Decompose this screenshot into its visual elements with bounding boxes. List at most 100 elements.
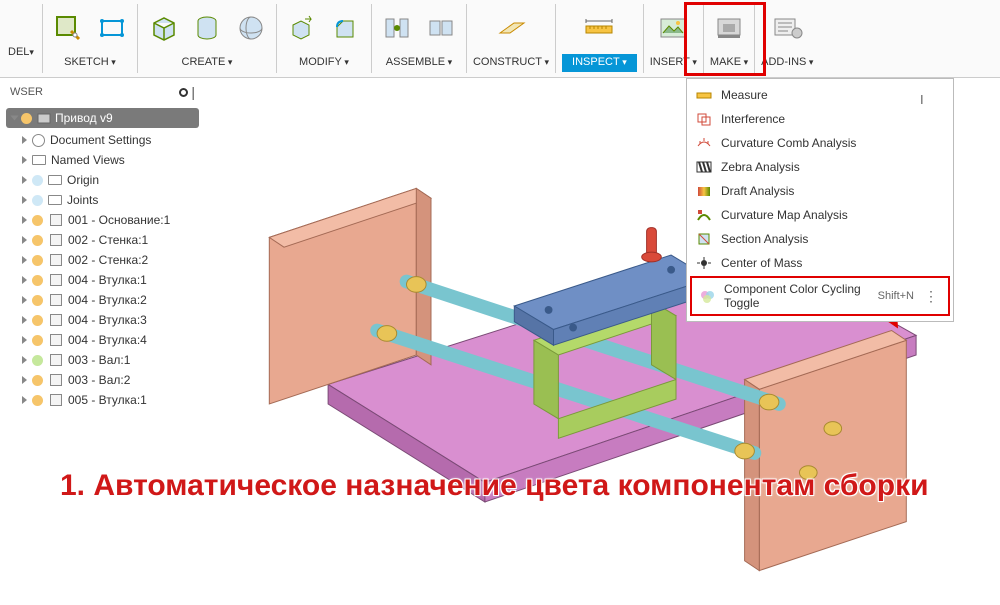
expand-icon[interactable] <box>22 376 27 384</box>
bulb-icon[interactable] <box>32 375 43 386</box>
component-icon <box>48 394 63 407</box>
bulb-icon[interactable] <box>32 395 43 406</box>
expand-icon[interactable] <box>22 236 27 244</box>
toolbar-label-assemble[interactable]: ASSEMBLE <box>386 54 452 72</box>
dropdown-label: Measure <box>721 88 768 102</box>
component-icon <box>48 274 63 287</box>
dropdown-label: Draft Analysis <box>721 184 794 198</box>
create-cylinder-icon[interactable] <box>188 9 226 47</box>
toolbar-group-construct: CONSTRUCT <box>467 0 555 77</box>
tree-component[interactable]: 004 - Втулка:2 <box>0 290 205 310</box>
dropdown-item-zebra[interactable]: Zebra Analysis <box>687 155 953 179</box>
expand-icon[interactable] <box>22 276 27 284</box>
tree-origin[interactable]: Origin <box>0 170 205 190</box>
workspace-switcher[interactable]: DEL <box>0 0 42 78</box>
inspect-measure-icon[interactable] <box>580 9 618 47</box>
expand-icon[interactable] <box>11 116 19 121</box>
dropdown-item-draft[interactable]: Draft Analysis <box>687 179 953 203</box>
dropdown-item-section[interactable]: Section Analysis <box>687 227 953 251</box>
bulb-icon[interactable] <box>32 355 43 366</box>
tree-label: 005 - Втулка:1 <box>68 393 147 407</box>
tree-component[interactable]: 004 - Втулка:3 <box>0 310 205 330</box>
toolbar-label-inspect[interactable]: INSPECT <box>562 54 637 72</box>
modify-fillet-icon[interactable] <box>327 9 365 47</box>
toolbar-label-addins[interactable]: ADD-INS <box>761 54 813 72</box>
bulb-icon[interactable] <box>32 255 43 266</box>
toolbar-label-sketch[interactable]: SKETCH <box>64 54 116 72</box>
bulb-icon[interactable] <box>32 275 43 286</box>
component-icon <box>48 334 63 347</box>
browser-radio-icon[interactable] <box>179 88 188 97</box>
dropdown-item-comb[interactable]: Curvature Comb Analysis <box>687 131 953 155</box>
dropdown-label: Curvature Map Analysis <box>721 208 848 222</box>
active-radio-icon[interactable] <box>117 115 124 122</box>
tree-component[interactable]: 002 - Стенка:2 <box>0 250 205 270</box>
dropdown-item-curvmap[interactable]: Curvature Map Analysis <box>687 203 953 227</box>
tree-component[interactable]: 002 - Стенка:1 <box>0 230 205 250</box>
dropdown-item-interf[interactable]: Interference <box>687 107 953 131</box>
modify-pressull-icon[interactable] <box>283 9 321 47</box>
tree-component[interactable]: 003 - Вал:1 <box>0 350 205 370</box>
assemble-joint-icon[interactable] <box>378 9 416 47</box>
ccc-icon <box>700 288 716 304</box>
sketch-create-icon[interactable] <box>49 9 87 47</box>
tree-component[interactable]: 001 - Основание:1 <box>0 210 205 230</box>
toolbar-label-modify[interactable]: MODIFY <box>299 54 349 72</box>
tree-label: Named Views <box>51 153 125 167</box>
tree-component[interactable]: 004 - Втулка:1 <box>0 270 205 290</box>
dropdown-item-ccc[interactable]: Component Color Cycling ToggleShift+N⋮ <box>690 276 950 316</box>
tree-label: Joints <box>67 193 98 207</box>
expand-icon[interactable] <box>22 316 27 324</box>
expand-icon[interactable] <box>22 356 27 364</box>
more-icon[interactable]: ⋮ <box>922 288 940 305</box>
toolbar-group-sketch: SKETCH <box>43 0 137 77</box>
construct-plane-icon[interactable] <box>492 9 530 47</box>
assemble-asbuilt-icon[interactable] <box>422 9 460 47</box>
expand-icon[interactable] <box>22 136 27 144</box>
expand-icon[interactable] <box>22 296 27 304</box>
root-label: Привод v9 <box>55 111 113 125</box>
expand-icon[interactable] <box>22 176 27 184</box>
tree-named-views[interactable]: Named Views <box>0 150 205 170</box>
tree-component[interactable]: 003 - Вал:2 <box>0 370 205 390</box>
dropdown-item-com[interactable]: Center of Mass <box>687 251 953 275</box>
expand-icon[interactable] <box>22 336 27 344</box>
bulb-icon[interactable] <box>21 113 32 124</box>
tree-component[interactable]: 004 - Втулка:4 <box>0 330 205 350</box>
bulb-icon[interactable] <box>32 215 43 226</box>
tree-component[interactable]: 005 - Втулка:1 <box>0 390 205 410</box>
tree-label: 004 - Втулка:1 <box>68 273 147 287</box>
tree-doc-settings[interactable]: Document Settings <box>0 130 205 150</box>
component-icon <box>48 214 63 227</box>
bulb-icon[interactable] <box>32 235 43 246</box>
dropdown-label: Center of Mass <box>721 256 802 270</box>
bulb-icon[interactable] <box>32 335 43 346</box>
browser-header: WSER | <box>0 78 205 106</box>
dropdown-item-ruler[interactable]: Measure <box>687 83 953 107</box>
tree-joints[interactable]: Joints <box>0 190 205 210</box>
expand-icon[interactable] <box>22 216 27 224</box>
browser-root-node[interactable]: Привод v9 <box>6 108 199 128</box>
tree-label: Origin <box>67 173 99 187</box>
tree-label: 004 - Втулка:4 <box>68 333 147 347</box>
toolbar-label-construct[interactable]: CONSTRUCT <box>473 54 549 72</box>
component-icon <box>48 374 63 387</box>
bulb-icon[interactable] <box>32 175 43 186</box>
toolbar-group-assemble: ASSEMBLE <box>372 0 466 77</box>
addins-scripts-icon[interactable] <box>768 9 806 47</box>
create-box-icon[interactable] <box>144 9 182 47</box>
create-sphere-icon[interactable] <box>232 9 270 47</box>
expand-icon[interactable] <box>22 396 27 404</box>
toolbar-label-create[interactable]: CREATE <box>182 54 233 72</box>
component-icon <box>48 234 63 247</box>
toolbar-group-modify: MODIFY <box>277 0 371 77</box>
tree-label: 002 - Стенка:1 <box>68 233 148 247</box>
expand-icon[interactable] <box>22 156 27 164</box>
folder-icon <box>48 195 62 205</box>
bulb-icon[interactable] <box>32 295 43 306</box>
bulb-icon[interactable] <box>32 315 43 326</box>
bulb-icon[interactable] <box>32 195 43 206</box>
expand-icon[interactable] <box>22 196 27 204</box>
sketch-rect-icon[interactable] <box>93 9 131 47</box>
expand-icon[interactable] <box>22 256 27 264</box>
